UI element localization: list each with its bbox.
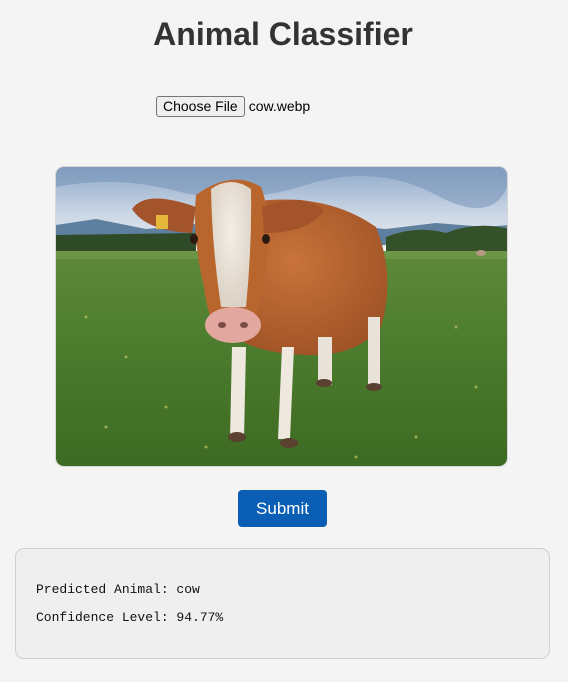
page: Animal Classifier Choose File cow.webp S… (0, 0, 568, 682)
image-preview (55, 166, 508, 467)
choose-file-button[interactable]: Choose File (156, 95, 245, 117)
page-title: Animal Classifier (153, 16, 413, 52)
file-input[interactable]: Choose File cow.webp (156, 95, 310, 117)
selected-file-name: cow.webp (248, 98, 311, 114)
submit-button[interactable]: Submit (238, 490, 327, 527)
cow-photo (56, 167, 507, 466)
confidence-level-text: Confidence Level: 94.77% (36, 610, 224, 625)
result-panel: Predicted Animal: cow Confidence Level: … (15, 548, 550, 659)
predicted-animal-text: Predicted Animal: cow (36, 582, 200, 597)
